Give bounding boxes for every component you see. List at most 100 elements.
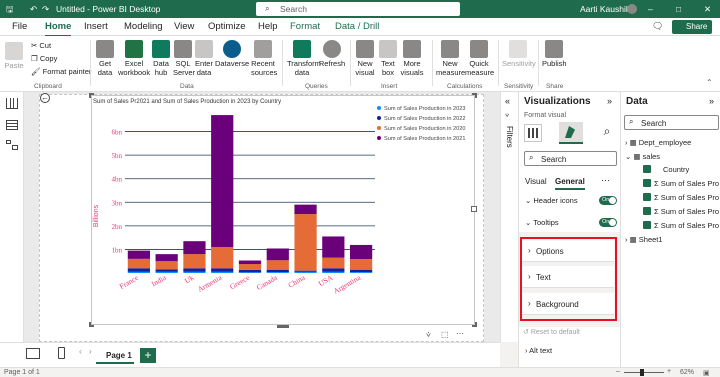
- alt-text-section[interactable]: › Alt text: [525, 346, 552, 355]
- analytics-icon[interactable]: ⌕: [598, 124, 616, 142]
- table-dept-employee[interactable]: › ▦ Dept_employee: [625, 138, 691, 147]
- more-visuals-button[interactable]: More visuals: [399, 40, 425, 77]
- zoom-slider-thumb[interactable]: [640, 369, 644, 376]
- field-checkbox[interactable]: [643, 193, 651, 201]
- chevron-left-icon[interactable]: ‹: [79, 347, 82, 356]
- menu-format[interactable]: Format: [290, 21, 320, 32]
- resize-handle[interactable]: [89, 93, 94, 98]
- table-sales[interactable]: ⌄ ▦ sales: [625, 152, 660, 161]
- copy-button[interactable]: ❐ Copy: [31, 54, 57, 63]
- reset-to-default-button[interactable]: ↺ Reset to default: [523, 328, 580, 336]
- field-checkbox[interactable]: [643, 207, 651, 215]
- build-visual-icon[interactable]: [524, 124, 542, 142]
- refresh-button[interactable]: Refresh: [318, 40, 346, 69]
- more-options-icon[interactable]: ⋯: [456, 329, 464, 338]
- menu-help[interactable]: Help: [258, 21, 278, 32]
- format-painter-button[interactable]: 🖌 Format painter: [31, 67, 91, 76]
- model-view-icon[interactable]: [6, 140, 18, 150]
- enter-data-button[interactable]: Enter data: [195, 40, 213, 77]
- chevron-left-icon[interactable]: «: [505, 96, 510, 106]
- menu-file[interactable]: File: [12, 21, 27, 32]
- transform-data-button[interactable]: Transform data: [287, 40, 321, 77]
- filters-pane-collapsed[interactable]: « ⩒ Filters: [500, 92, 518, 342]
- resize-handle[interactable]: [472, 93, 477, 98]
- alt-text-label: Alt text: [529, 346, 553, 355]
- more-options-icon[interactable]: ⋯: [601, 175, 610, 186]
- tooltips-toggle[interactable]: On: [599, 218, 617, 227]
- field-checkbox[interactable]: [643, 179, 651, 187]
- table-view-icon[interactable]: [6, 120, 18, 130]
- format-search-input[interactable]: ⌕ Search: [524, 151, 617, 166]
- minimize-icon[interactable]: –: [648, 4, 653, 14]
- publish-button[interactable]: Publish: [542, 40, 567, 69]
- tab-general[interactable]: General: [555, 177, 585, 190]
- field-checkbox[interactable]: [643, 165, 651, 173]
- menu-view[interactable]: View: [174, 21, 194, 32]
- zoom-in-icon[interactable]: +: [667, 368, 671, 375]
- sensitivity-button[interactable]: Sensitivity: [502, 40, 536, 69]
- field-sum-sales[interactable]: Σ Sum of Sales Production...: [654, 179, 719, 188]
- focus-mode-icon[interactable]: ⬚: [441, 330, 449, 339]
- new-visual-button[interactable]: New visual: [354, 40, 376, 77]
- data-search-input[interactable]: ⌕ Search: [624, 115, 719, 130]
- tab-page-1[interactable]: Page 1: [96, 347, 134, 364]
- mobile-layout-icon[interactable]: [58, 347, 65, 359]
- menu-insert[interactable]: Insert: [84, 21, 108, 32]
- table-sheet1[interactable]: › ▦ Sheet1: [625, 235, 663, 244]
- share-button[interactable]: Share: [672, 20, 712, 34]
- field-sum-sales[interactable]: Σ Sum of Sales Production...: [654, 207, 719, 216]
- tab-visual[interactable]: Visual: [525, 177, 547, 186]
- fit-to-page-icon[interactable]: ▣: [703, 369, 710, 377]
- menu-data-drill[interactable]: Data / Drill: [335, 21, 379, 32]
- dataverse-button[interactable]: Dataverse: [215, 40, 249, 69]
- save-icon[interactable]: 🖫: [6, 4, 13, 18]
- report-view-icon[interactable]: [6, 98, 18, 109]
- format-visual-icon[interactable]: [559, 122, 583, 144]
- zoom-out-icon[interactable]: –: [616, 368, 620, 375]
- chevron-right-icon[interactable]: »: [709, 96, 714, 106]
- field-country[interactable]: Country: [663, 165, 719, 174]
- data-hub-button[interactable]: Data hub: [151, 40, 171, 77]
- resize-handle[interactable]: [471, 206, 477, 212]
- tooltips-section[interactable]: ⌄ Tooltips: [525, 218, 559, 227]
- chevron-right-icon[interactable]: »: [607, 96, 612, 106]
- header-icons-section[interactable]: ⌄ Header icons: [525, 196, 578, 205]
- field-sum-sales[interactable]: Σ Sum of Sales Production...: [654, 221, 719, 230]
- paste-button[interactable]: Paste: [4, 42, 24, 71]
- add-page-button[interactable]: +: [140, 348, 156, 363]
- text-box-button[interactable]: Text box: [378, 40, 398, 77]
- sql-server-button[interactable]: SQL Server: [173, 40, 195, 77]
- field-checkbox[interactable]: [643, 221, 651, 229]
- get-data-button[interactable]: Get data: [94, 40, 116, 77]
- back-arrow-icon[interactable]: ←: [40, 93, 50, 103]
- new-measure-button[interactable]: New measure: [436, 40, 465, 77]
- resize-handle[interactable]: [472, 322, 477, 327]
- redo-icon[interactable]: ↷: [42, 4, 49, 15]
- resize-handle[interactable]: [277, 325, 289, 328]
- zoom-slider[interactable]: [624, 372, 664, 373]
- chevron-right-icon[interactable]: ›: [89, 347, 92, 356]
- data-search-placeholder: Search: [641, 119, 667, 128]
- menu-home[interactable]: Home: [45, 21, 72, 37]
- cut-button[interactable]: ✂ Cut: [31, 41, 51, 50]
- filter-icon[interactable]: ⩒: [426, 330, 431, 340]
- chart-visual[interactable]: Sum of Sales Pr2021 and Sum of Sales Pro…: [89, 93, 477, 328]
- maximize-icon[interactable]: □: [676, 4, 681, 14]
- field-sum-sales[interactable]: Σ Sum of Sales Production...: [654, 193, 719, 202]
- field-name: Sum of Sales Production...: [660, 207, 719, 216]
- comments-icon[interactable]: 🗨: [652, 21, 663, 32]
- avatar[interactable]: [627, 4, 637, 14]
- menu-optimize[interactable]: Optimize: [208, 21, 245, 32]
- header-icons-toggle[interactable]: On: [599, 196, 617, 205]
- menu-modeling[interactable]: Modeling: [124, 21, 163, 32]
- desktop-layout-icon[interactable]: [26, 348, 40, 359]
- collapse-ribbon-icon[interactable]: ⌃: [706, 78, 713, 87]
- recent-sources-button[interactable]: Recent sources: [251, 40, 277, 77]
- resize-handle[interactable]: [89, 322, 94, 327]
- search-input[interactable]: ⌕ Search: [256, 2, 460, 16]
- undo-icon[interactable]: ↶: [30, 4, 37, 15]
- format-search-placeholder: Search: [541, 155, 567, 164]
- excel-workbook-button[interactable]: Excel workbook: [118, 40, 150, 77]
- close-icon[interactable]: ✕: [704, 4, 711, 15]
- quick-measure-button[interactable]: Quick measure: [465, 40, 494, 77]
